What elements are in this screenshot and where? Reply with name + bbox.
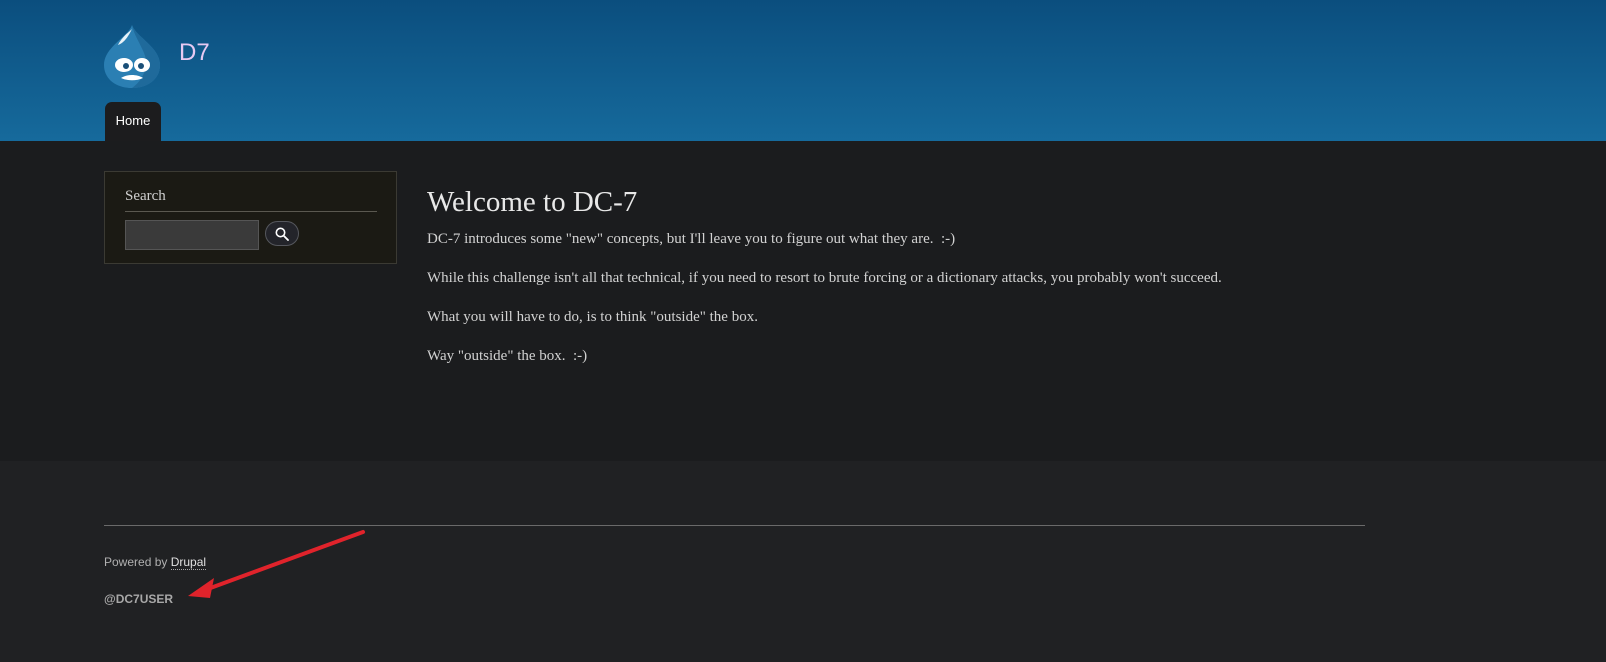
powered-by-label: Powered by <box>104 555 171 569</box>
page-title: Welcome to DC-7 <box>427 186 638 218</box>
search-block-title: Search <box>125 188 377 212</box>
drupal-logo-icon[interactable] <box>102 23 162 89</box>
powered-by: Powered by Drupal <box>104 555 207 570</box>
search-input[interactable] <box>125 220 259 250</box>
search-block: Search <box>104 171 397 264</box>
nav-tab-home[interactable]: Home <box>105 102 161 141</box>
drupal-link[interactable]: Drupal <box>170 555 207 570</box>
content-paragraph: DC-7 introduces some "new" concepts, but… <box>427 231 956 247</box>
site-header: D7 Home <box>0 0 1606 141</box>
main-region: Search Welcome to DC-7 DC-7 introduces s… <box>0 141 1606 461</box>
content-paragraph: Way "outside" the box. :-) <box>427 348 588 364</box>
main-content: Welcome to DC-7 DC-7 introduces some "ne… <box>427 186 1427 387</box>
search-icon <box>275 227 289 241</box>
search-button[interactable] <box>265 221 299 246</box>
footer-handle: @DC7USER <box>104 592 174 606</box>
site-name[interactable]: D7 <box>179 39 210 67</box>
content-paragraph: What you will have to do, is to think "o… <box>427 309 758 325</box>
content-paragraph: While this challenge isn't all that tech… <box>427 270 1222 286</box>
site-footer: Powered by Drupal @DC7USER <box>0 461 1606 662</box>
footer-divider <box>104 525 1365 526</box>
